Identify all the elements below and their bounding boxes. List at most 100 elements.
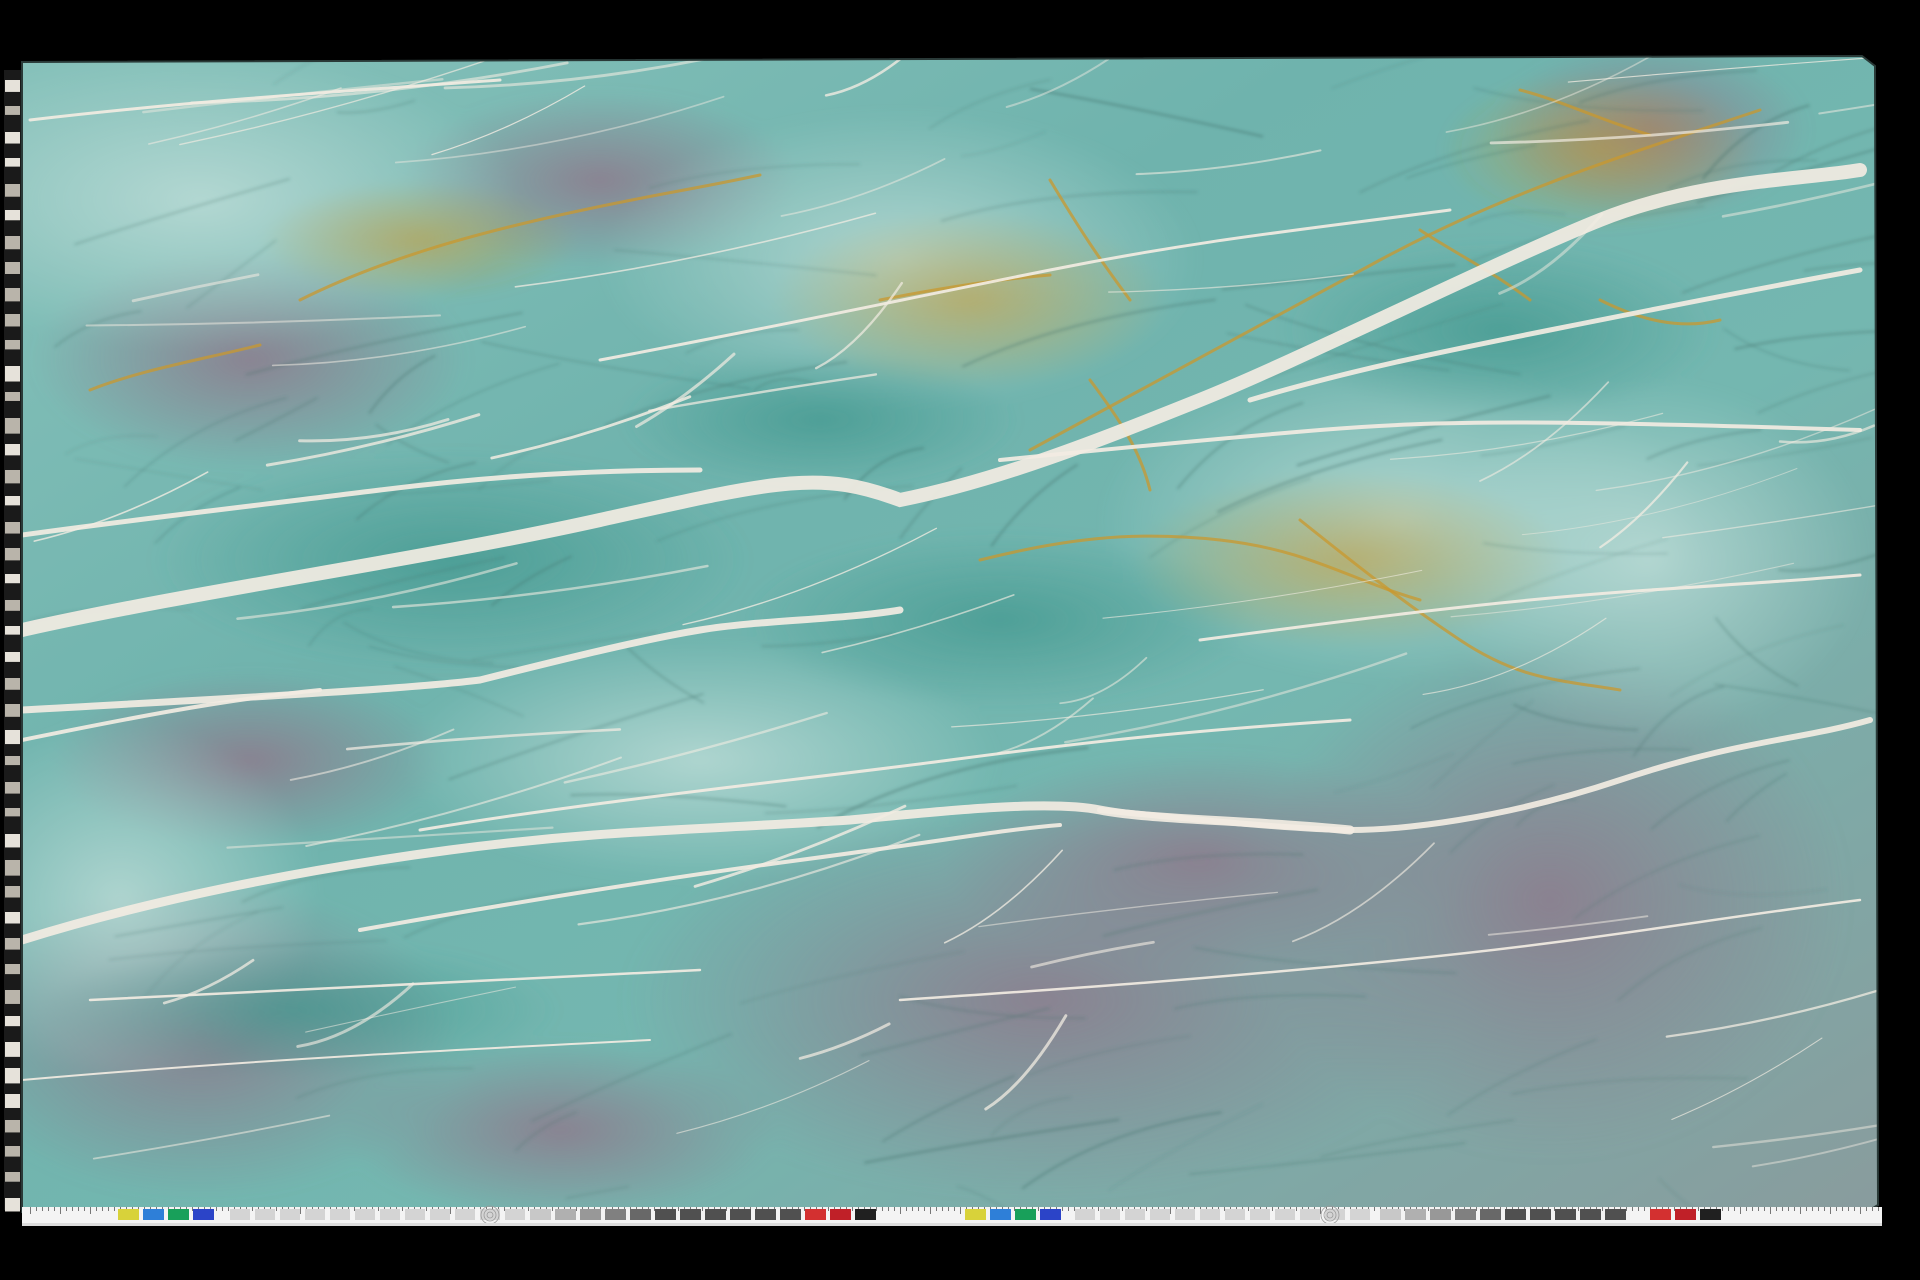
color-swatch bbox=[143, 1209, 164, 1220]
gray-block bbox=[430, 1209, 450, 1220]
edge-mark bbox=[5, 158, 20, 167]
color-swatch bbox=[1650, 1209, 1671, 1220]
ruler-tick bbox=[54, 1207, 55, 1211]
gray-block bbox=[355, 1209, 375, 1220]
ruler-tick bbox=[36, 1207, 37, 1211]
color-swatch bbox=[830, 1209, 851, 1220]
edge-mark bbox=[5, 1016, 20, 1027]
ruler-tick bbox=[924, 1207, 925, 1211]
ruler-tick bbox=[1764, 1207, 1765, 1211]
edge-mark bbox=[5, 886, 20, 898]
ruler-tick bbox=[504, 1207, 505, 1211]
ruler-tick bbox=[1296, 1207, 1297, 1211]
ruler-tick bbox=[1758, 1207, 1759, 1211]
edge-mark bbox=[5, 80, 20, 92]
color-swatch bbox=[755, 1209, 776, 1220]
ruler-tick bbox=[1800, 1207, 1801, 1214]
ruler-tick bbox=[1170, 1207, 1171, 1214]
ruler-tick bbox=[930, 1207, 931, 1214]
edge-mark bbox=[5, 938, 20, 950]
ruler-tick bbox=[1602, 1207, 1603, 1211]
color-zone bbox=[260, 180, 580, 300]
color-swatch bbox=[1700, 1209, 1721, 1220]
gray-block bbox=[1200, 1209, 1220, 1220]
color-swatch bbox=[855, 1209, 876, 1220]
ruler-tick bbox=[1776, 1207, 1777, 1211]
ruler-tick bbox=[426, 1207, 427, 1211]
ruler-tick bbox=[96, 1207, 97, 1211]
ruler-tick bbox=[804, 1207, 805, 1211]
ruler-tick bbox=[528, 1207, 529, 1211]
ruler-tick bbox=[1374, 1207, 1375, 1211]
color-swatch bbox=[1430, 1209, 1451, 1220]
edge-mark bbox=[5, 548, 20, 561]
ruler-tick bbox=[216, 1207, 217, 1211]
edge-mark bbox=[5, 132, 20, 144]
ruler-tick bbox=[1836, 1207, 1837, 1211]
ruler-tick bbox=[1746, 1207, 1747, 1211]
color-swatch bbox=[193, 1209, 214, 1220]
ruler-tick bbox=[1224, 1207, 1225, 1211]
ruler-tick bbox=[1728, 1207, 1729, 1211]
edge-mark bbox=[5, 678, 20, 690]
edge-mark bbox=[5, 522, 20, 534]
ruler-tick bbox=[252, 1207, 253, 1211]
ruler-tick bbox=[228, 1207, 229, 1211]
gray-block bbox=[305, 1209, 325, 1220]
ruler-tick bbox=[1824, 1207, 1825, 1211]
ruler-tick bbox=[1842, 1207, 1843, 1211]
color-swatch bbox=[1555, 1209, 1576, 1220]
edge-mark bbox=[5, 808, 20, 817]
edge-mark bbox=[5, 288, 20, 302]
ruler-tick bbox=[1818, 1207, 1819, 1211]
color-swatch bbox=[1530, 1209, 1551, 1220]
ruler-tick bbox=[1698, 1207, 1699, 1211]
edge-mark bbox=[5, 834, 20, 848]
ruler-tick bbox=[552, 1207, 553, 1211]
ruler-tick bbox=[1146, 1207, 1147, 1211]
edge-mark bbox=[5, 990, 20, 1004]
edge-mark bbox=[5, 418, 20, 434]
color-swatch bbox=[555, 1209, 576, 1220]
color-swatch bbox=[1405, 1209, 1426, 1220]
edge-mark bbox=[5, 730, 20, 745]
color-swatch bbox=[1455, 1209, 1476, 1220]
gray-block bbox=[505, 1209, 525, 1220]
ruler-tick bbox=[948, 1207, 949, 1211]
ruler-tick bbox=[1782, 1207, 1783, 1211]
ruler-tick bbox=[1872, 1207, 1873, 1211]
color-swatch bbox=[1015, 1209, 1036, 1220]
gray-block bbox=[1300, 1209, 1320, 1220]
ruler-tick bbox=[222, 1207, 223, 1211]
color-swatch bbox=[705, 1209, 726, 1220]
edge-mark bbox=[5, 912, 20, 924]
slab-surface bbox=[22, 56, 1878, 1212]
color-swatch bbox=[780, 1209, 801, 1220]
edge-mark bbox=[5, 626, 20, 635]
ruler-tick bbox=[654, 1207, 655, 1211]
ruler-tick bbox=[888, 1207, 889, 1211]
ruler-tick bbox=[1062, 1207, 1063, 1211]
ruler-tick bbox=[900, 1207, 901, 1214]
color-swatch bbox=[680, 1209, 701, 1220]
ruler-tick bbox=[192, 1207, 193, 1211]
color-swatch bbox=[630, 1209, 651, 1220]
gray-block bbox=[1150, 1209, 1170, 1220]
edge-mark bbox=[5, 1172, 20, 1182]
ruler-tick bbox=[942, 1207, 943, 1211]
ruler-tick bbox=[1740, 1207, 1741, 1214]
edge-mark bbox=[5, 704, 20, 717]
edge-mark bbox=[5, 496, 20, 506]
ruler-tick bbox=[1878, 1207, 1879, 1211]
color-swatch bbox=[530, 1209, 551, 1220]
ruler-tick bbox=[84, 1207, 85, 1211]
edge-mark bbox=[5, 366, 20, 382]
gray-block bbox=[1125, 1209, 1145, 1220]
ruler-tick bbox=[1404, 1207, 1405, 1211]
ruler-tick bbox=[1854, 1207, 1855, 1211]
ruler-tick bbox=[276, 1207, 277, 1211]
gray-block bbox=[1275, 1209, 1295, 1220]
ruler-tick bbox=[1722, 1207, 1723, 1211]
ruler-tick bbox=[450, 1207, 451, 1214]
ruler-tick bbox=[1788, 1207, 1789, 1211]
